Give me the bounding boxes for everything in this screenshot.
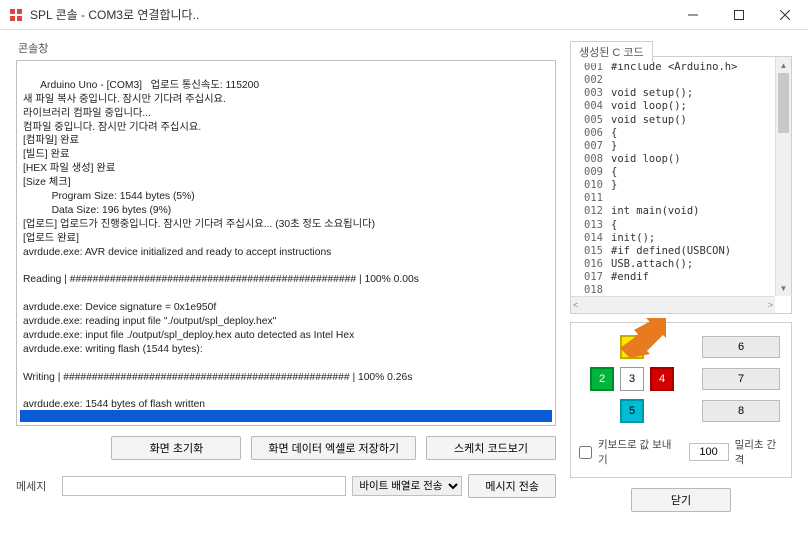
code-line: 005void setup(): [577, 114, 787, 127]
code-line: 012int main(void): [577, 205, 787, 218]
key-5[interactable]: 5: [620, 399, 644, 423]
message-input[interactable]: [62, 476, 346, 496]
code-line: 003void setup();: [577, 87, 787, 100]
code-line: 018: [577, 284, 787, 293]
minimize-button[interactable]: [670, 0, 716, 29]
code-line: 015#if defined(USBCON): [577, 245, 787, 258]
console-label: 콘솔창: [16, 40, 556, 60]
scroll-down-icon[interactable]: ▼: [776, 280, 791, 296]
key-4[interactable]: 4: [650, 367, 674, 391]
app-icon: [8, 7, 24, 23]
code-line: 016 USB.attach();: [577, 258, 787, 271]
message-label: 메세지: [16, 478, 56, 494]
code-line: 007}: [577, 140, 787, 153]
titlebar: SPL 콘솔 - COM3로 연결합니다..: [0, 0, 808, 30]
code-line: 008void loop(): [577, 153, 787, 166]
code-line: 009{: [577, 166, 787, 179]
send-message-button[interactable]: 메시지 전송: [468, 474, 556, 498]
keyboard-send-checkbox[interactable]: [579, 446, 592, 459]
window-controls: [670, 0, 808, 29]
scroll-left-icon[interactable]: <: [573, 300, 578, 310]
code-line: 011: [577, 192, 787, 205]
interval-label: 밀리초 간격: [735, 437, 783, 467]
key-6[interactable]: 6: [702, 336, 780, 358]
code-line: 010}: [577, 179, 787, 192]
save-excel-button[interactable]: 화면 데이터 엑셀로 저장하기: [251, 436, 416, 460]
code-view[interactable]: 001#include <Arduino.h>002003void setup(…: [571, 57, 791, 293]
close-window-button[interactable]: [762, 0, 808, 29]
key-1[interactable]: 1: [620, 335, 644, 359]
code-line: 017#endif: [577, 271, 787, 284]
scroll-right-icon[interactable]: >: [768, 300, 773, 310]
key-8[interactable]: 8: [702, 400, 780, 422]
reset-screen-button[interactable]: 화면 초기화: [111, 436, 241, 460]
scroll-thumb[interactable]: [778, 73, 789, 133]
view-sketch-button[interactable]: 스케치 코드보기: [426, 436, 556, 460]
code-hscrollbar[interactable]: < >: [571, 296, 775, 313]
code-line: 013{: [577, 219, 787, 232]
close-button[interactable]: 닫기: [631, 488, 731, 512]
key-7[interactable]: 7: [702, 368, 780, 390]
code-line: 004void loop();: [577, 100, 787, 113]
key-2[interactable]: 2: [590, 367, 614, 391]
scroll-up-icon[interactable]: ▲: [776, 57, 791, 73]
maximize-button[interactable]: [716, 0, 762, 29]
key-3[interactable]: 3: [620, 367, 644, 391]
window-title: SPL 콘솔 - COM3로 연결합니다..: [30, 6, 199, 23]
console-output[interactable]: Arduino Uno - [COM3] 업로드 통신속도: 115200 새 …: [16, 60, 556, 426]
console-selection-bar: [20, 410, 552, 422]
keyboard-send-label: 키보드로 값 보내기: [598, 437, 677, 467]
code-line: 014 init();: [577, 232, 787, 245]
code-panel: 생성된 C 코드 001#include <Arduino.h>002003vo…: [570, 56, 792, 314]
code-vscrollbar[interactable]: ▲ ▼: [775, 57, 791, 296]
code-line: 002: [577, 74, 787, 87]
keypad-panel: 1 6 2 3 4 7 5 8: [570, 322, 792, 478]
encoding-select[interactable]: 바이트 배열로 전송: [352, 476, 462, 496]
code-tab[interactable]: 생성된 C 코드: [570, 41, 653, 63]
code-line: 006{: [577, 127, 787, 140]
console-text: Arduino Uno - [COM3] 업로드 통신속도: 115200 새 …: [23, 80, 419, 426]
interval-input[interactable]: [689, 443, 729, 461]
